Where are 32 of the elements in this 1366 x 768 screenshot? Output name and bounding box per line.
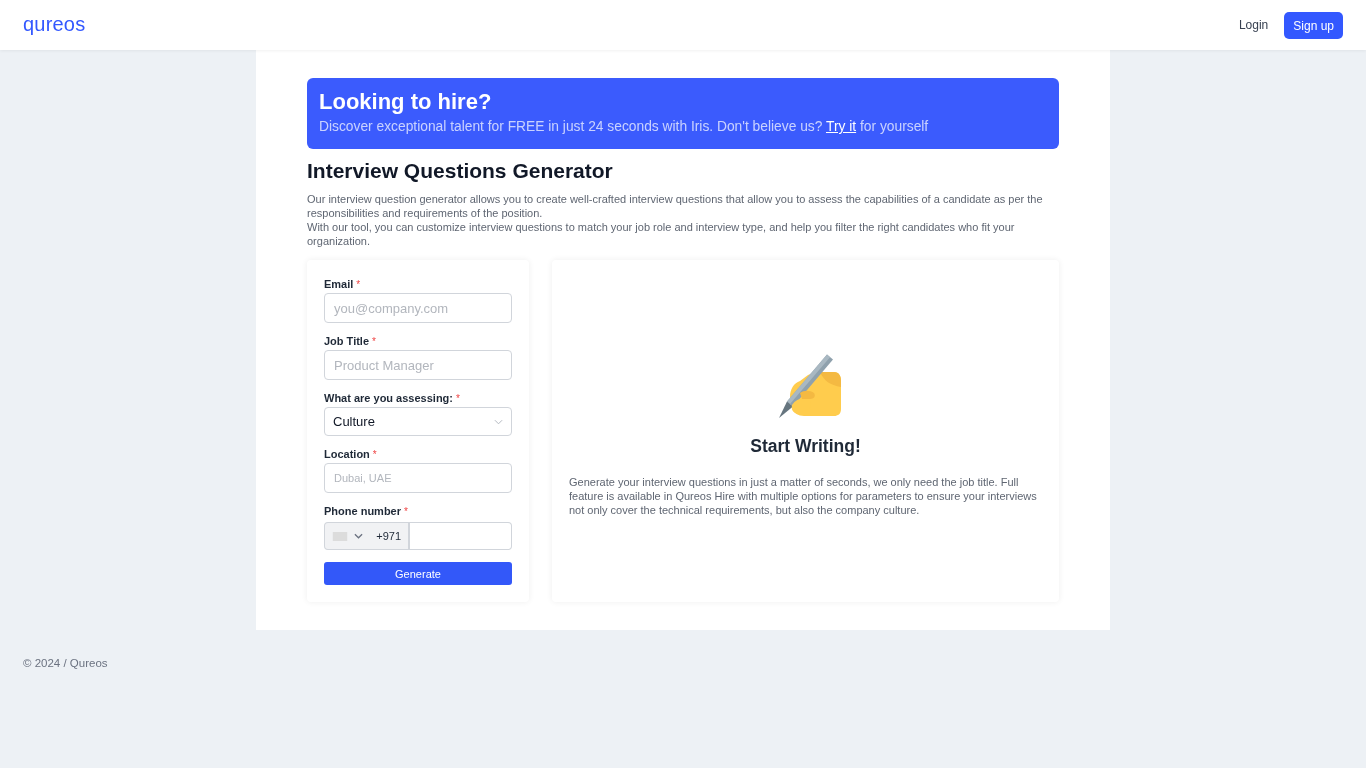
text-input[interactable]: you@company.com [324, 293, 512, 323]
dropdown-field[interactable]: Culture [324, 407, 512, 436]
flag-icon [332, 531, 348, 541]
login-link[interactable]: Login [1238, 14, 1269, 36]
try-it-link[interactable]: Try it [826, 119, 857, 134]
field-label: Phone number [324, 504, 401, 518]
chevron-down-icon [494, 418, 503, 425]
required-mark: * [404, 505, 408, 519]
required-mark: * [456, 392, 460, 406]
logo[interactable]: qureos [23, 12, 86, 36]
chevron-down-icon [354, 533, 363, 539]
page-title: Interview Questions Generator [307, 158, 614, 184]
generate-button[interactable]: Generate [324, 562, 512, 585]
copyright-text: © 2024 / Qureos [23, 657, 108, 669]
country-code-picker[interactable]: +971 [324, 522, 410, 550]
required-mark: * [372, 335, 376, 349]
field-label: Job Title [324, 334, 370, 348]
preview-text: Generate your interview questions in just a matter of seconds, we only need the job title. Full feature is available in Qureos Hire with multiple options for parameters to ensure your interviews not only cover the technical requirements, but also the company culture. [569, 475, 1038, 517]
banner-text: Discover exceptional talent for FREE in just 24 seconds with Iris. Don't believe us? Try it for yourself [319, 118, 930, 136]
phone-input[interactable] [410, 522, 512, 550]
sign-up-button[interactable]: Sign up [1284, 12, 1343, 39]
text-input[interactable]: Product Manager [324, 350, 512, 380]
intro-text: Our interview question generator allows you to create well-crafted interview questions that allow you to assess the capabilities of a candidate as per the responsibilities and requirements of the position. [307, 192, 1044, 220]
required-mark: * [356, 278, 361, 292]
field-label: Location [324, 447, 370, 461]
field-label: Email [324, 277, 354, 291]
preview-title: Start Writing! [750, 435, 861, 457]
text-input[interactable]: Dubai, UAE [324, 463, 512, 493]
field-label: What are you assessing: [324, 391, 453, 405]
banner-title: Looking to hire? [319, 89, 493, 115]
intro-text: With our tool, you can customize interview questions to match your job role and interview type, and help you filter the right candidates who fit your organization. [307, 220, 1016, 248]
required-mark: * [372, 448, 377, 462]
